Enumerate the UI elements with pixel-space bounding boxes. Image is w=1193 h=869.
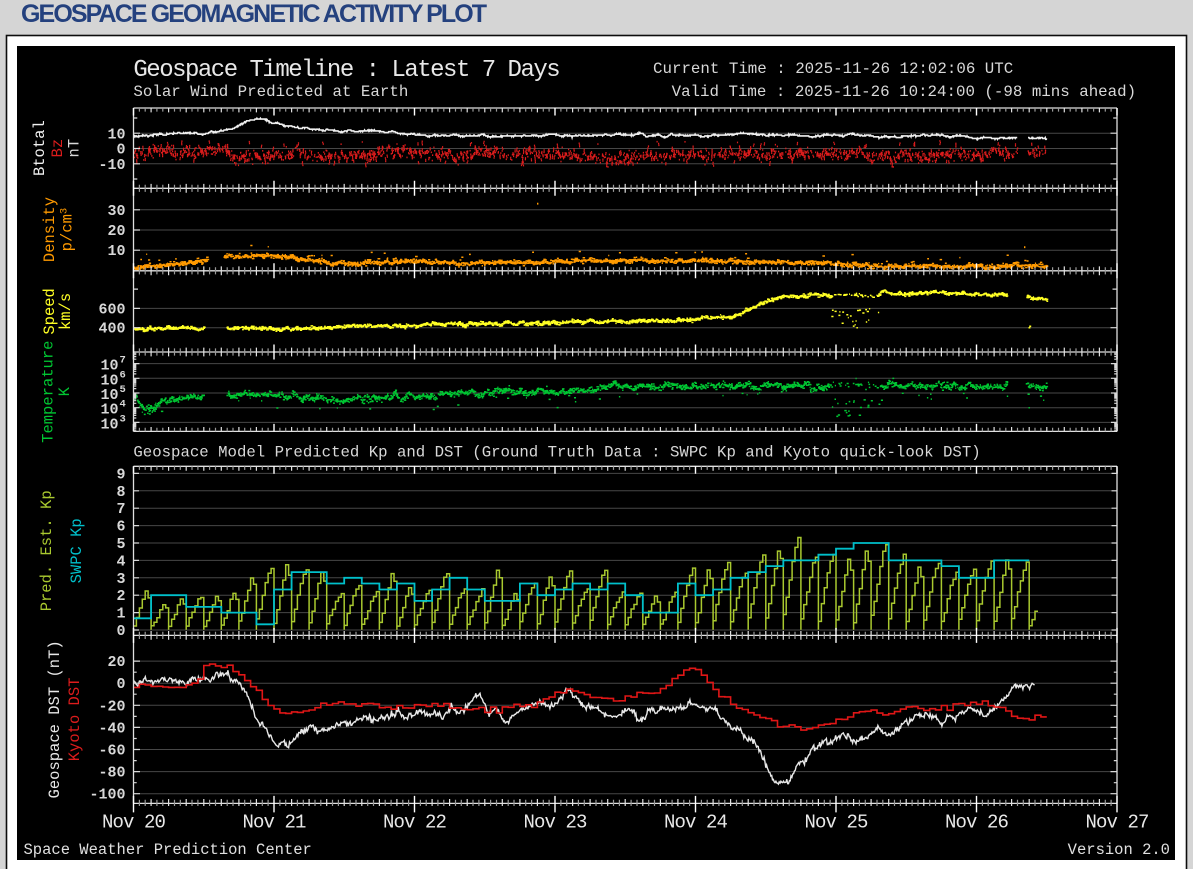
svg-text:9: 9 (116, 466, 125, 483)
svg-text:GEOSPACE GEOMAGNETIC ACTIVITY: GEOSPACE GEOMAGNETIC ACTIVITY PLOT (21, 0, 487, 28)
svg-text:5: 5 (120, 384, 126, 396)
svg-text:Geospace Model Predicted Kp an: Geospace Model Predicted Kp and DST (Gro… (133, 444, 980, 462)
svg-text:4: 4 (120, 399, 126, 411)
svg-text:Nov 24: Nov 24 (664, 812, 728, 834)
svg-text:20: 20 (107, 223, 125, 240)
svg-text:Current Time : 2025-11-26 12:0: Current Time : 2025-11-26 12:02:06 UTC (653, 60, 1013, 78)
svg-text:Nov 22: Nov 22 (383, 812, 447, 834)
svg-text:30: 30 (107, 203, 125, 220)
svg-text:0: 0 (116, 623, 125, 640)
svg-text:Nov 26: Nov 26 (945, 812, 1009, 834)
svg-text:Valid Time : 2025-11-26 10:24:: Valid Time : 2025-11-26 10:24:00 (-98 mi… (672, 83, 1137, 101)
svg-text:2: 2 (116, 588, 125, 605)
svg-text:Version 2.0: Version 2.0 (1068, 841, 1170, 859)
svg-text:6: 6 (120, 369, 126, 381)
svg-text:SWPC Kp: SWPC Kp (68, 518, 86, 583)
svg-text:Geospace Timeline : Latest 7 D: Geospace Timeline : Latest 7 Days (133, 57, 559, 84)
svg-text:0: 0 (116, 676, 125, 693)
svg-text:Bz: Bz (49, 139, 67, 158)
svg-text:Geospace DST (nT): Geospace DST (nT) (46, 640, 64, 798)
svg-text:-60: -60 (98, 743, 125, 760)
svg-text:8: 8 (116, 484, 125, 501)
svg-text:10: 10 (100, 416, 118, 433)
svg-text:km/s: km/s (57, 293, 75, 330)
svg-text:-10: -10 (98, 157, 125, 174)
svg-text:-80: -80 (98, 765, 125, 782)
svg-text:Btotal: Btotal (31, 120, 49, 176)
svg-text:Pred. Est. Kp: Pred. Est. Kp (38, 490, 56, 611)
svg-text:-100: -100 (89, 787, 125, 804)
svg-text:3: 3 (116, 571, 125, 588)
svg-text:10: 10 (107, 243, 125, 260)
svg-text:-40: -40 (98, 720, 125, 737)
svg-text:Nov 21: Nov 21 (242, 812, 306, 834)
svg-text:6: 6 (116, 519, 125, 536)
svg-text:5: 5 (116, 536, 125, 553)
svg-text:Density: Density (41, 197, 59, 262)
svg-text:Space Weather Prediction Cente: Space Weather Prediction Center (24, 841, 312, 859)
svg-text:-20: -20 (98, 698, 125, 715)
svg-text:7: 7 (120, 355, 126, 367)
svg-text:600: 600 (98, 301, 125, 318)
svg-text:Nov 27: Nov 27 (1085, 812, 1148, 834)
svg-text:1: 1 (116, 606, 125, 623)
svg-text:p/cm3: p/cm3 (58, 208, 76, 252)
svg-text:Kyoto DST: Kyoto DST (66, 678, 84, 762)
svg-text:Nov 25: Nov 25 (804, 812, 868, 834)
svg-text:4: 4 (116, 553, 125, 570)
svg-text:Nov 20: Nov 20 (102, 812, 166, 834)
svg-text:Solar Wind Predicted at Earth: Solar Wind Predicted at Earth (133, 83, 408, 101)
svg-text:7: 7 (116, 501, 125, 518)
svg-text:20: 20 (107, 654, 125, 671)
svg-text:400: 400 (98, 321, 125, 338)
svg-text:nT: nT (65, 139, 83, 158)
svg-text:3: 3 (120, 413, 126, 425)
svg-text:K: K (56, 386, 74, 396)
svg-text:Nov 23: Nov 23 (523, 812, 587, 834)
